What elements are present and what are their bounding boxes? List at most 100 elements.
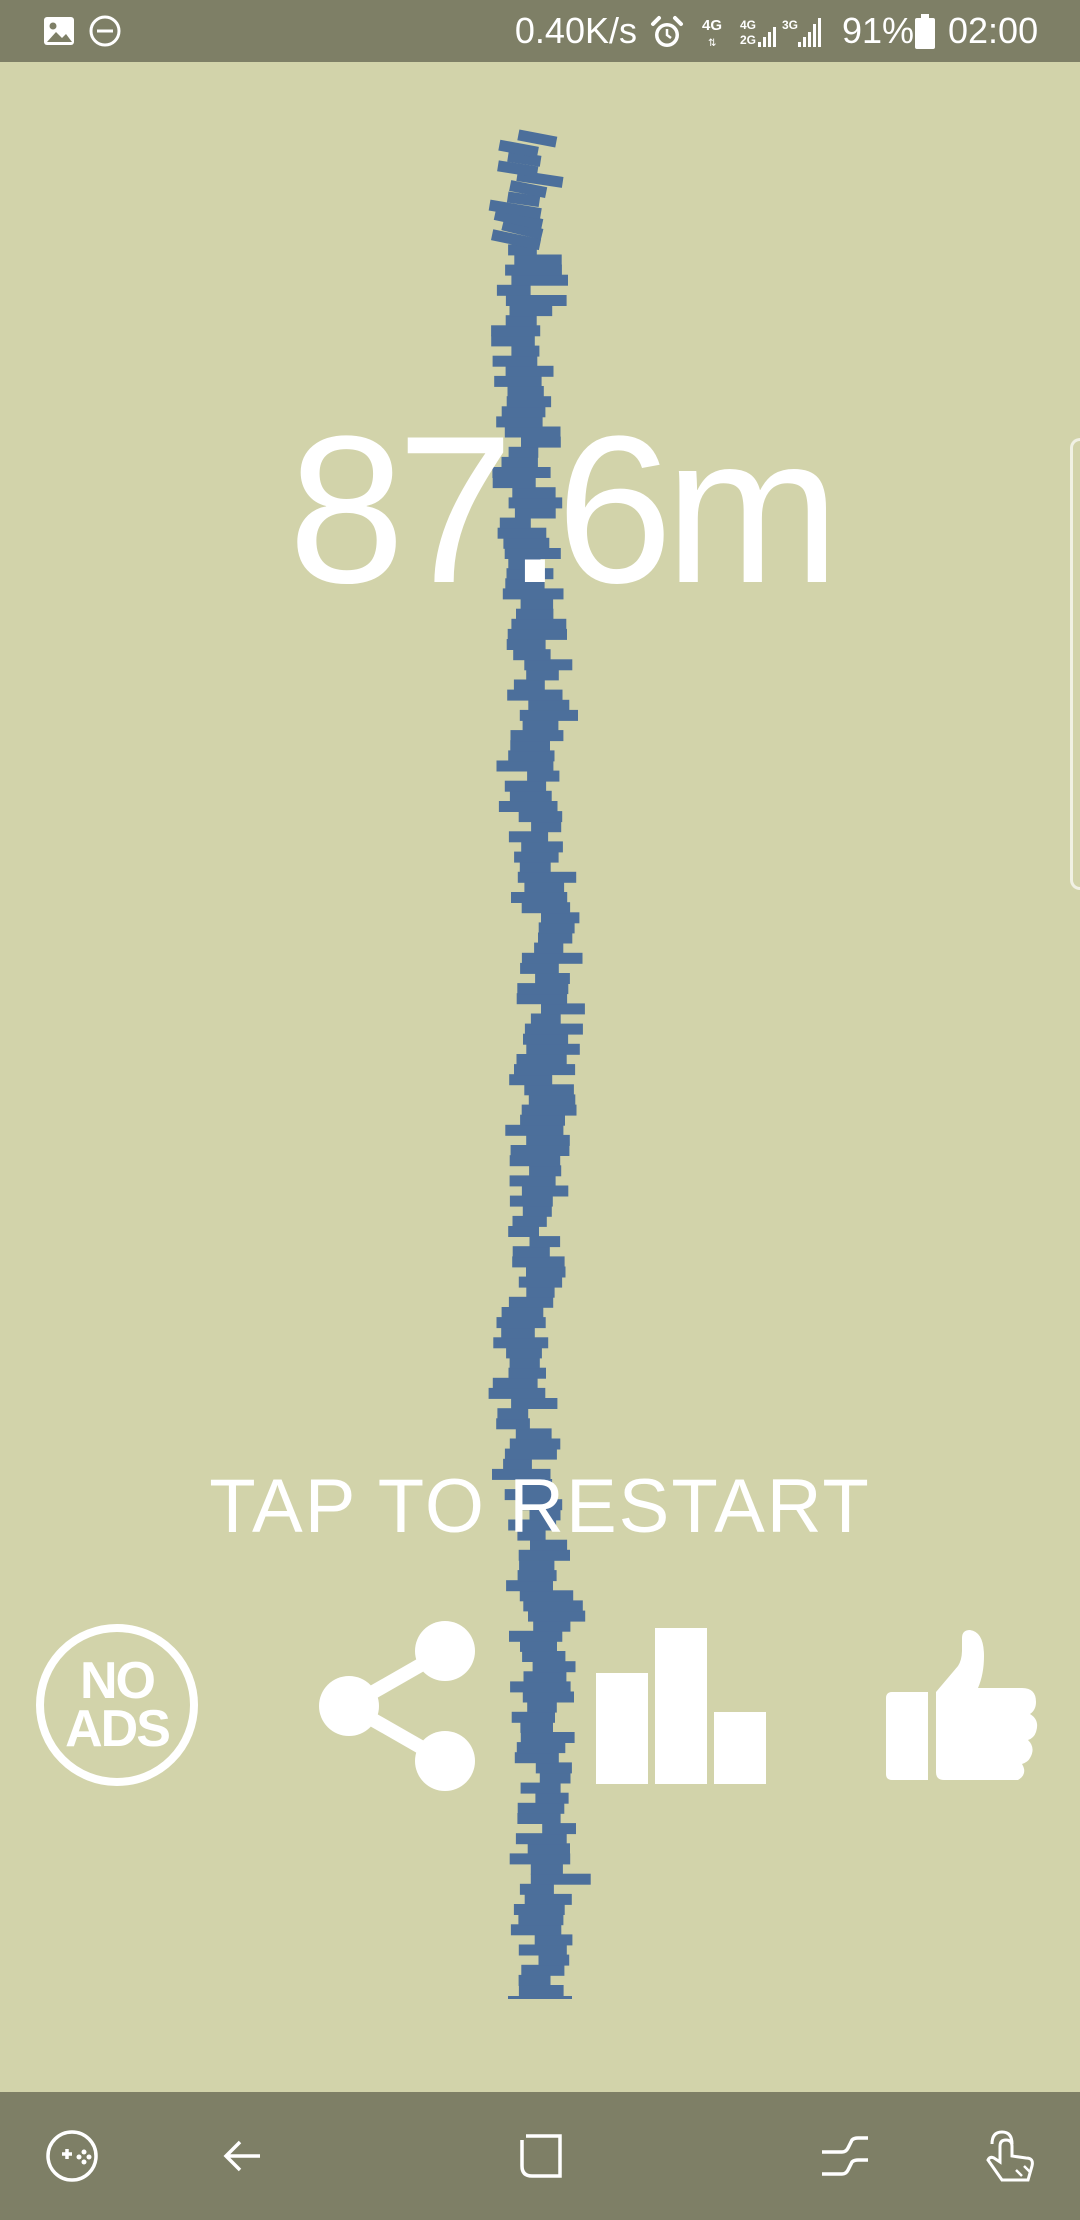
tower-block xyxy=(496,1418,530,1430)
tower-block xyxy=(535,973,570,984)
tower-block xyxy=(498,801,558,812)
tower-block xyxy=(526,1043,580,1055)
tower-block xyxy=(517,1570,557,1582)
tower-block xyxy=(510,730,564,742)
share-button[interactable] xyxy=(316,1620,480,1792)
tower-block xyxy=(508,831,549,843)
leaderboard-button[interactable] xyxy=(594,1626,766,1786)
tower-block xyxy=(541,912,580,924)
tower-block xyxy=(506,1580,553,1592)
tower-block xyxy=(541,1003,585,1015)
tower-block xyxy=(523,1600,583,1612)
tower-block xyxy=(508,1226,539,1237)
tower-block xyxy=(526,669,559,681)
tower-block xyxy=(514,254,562,266)
tower-block xyxy=(522,1691,574,1703)
tower-block xyxy=(513,1904,565,1915)
tower-block xyxy=(527,1701,557,1713)
tower-block xyxy=(506,1347,542,1359)
tower-block xyxy=(528,1094,576,1106)
battery-icon xyxy=(915,14,935,49)
tower-block xyxy=(504,1448,557,1460)
tower-block xyxy=(521,1185,569,1197)
tower-block xyxy=(509,1175,556,1187)
tower-block xyxy=(505,365,554,377)
edge-panel-handle[interactable] xyxy=(1070,438,1080,890)
tower-block xyxy=(534,942,564,954)
tower-block xyxy=(533,1620,571,1632)
tower-block xyxy=(513,649,551,661)
tower-block xyxy=(514,1752,559,1764)
tower-block xyxy=(538,932,573,944)
tower-block xyxy=(542,1823,576,1835)
tower-block xyxy=(510,1681,571,1693)
tower-block xyxy=(509,1853,571,1865)
do-not-disturb-icon xyxy=(89,15,121,47)
tower-block xyxy=(518,811,563,823)
tower-block xyxy=(529,1236,561,1248)
tower-block xyxy=(526,1286,555,1298)
tower-block xyxy=(520,1721,553,1733)
tower-block xyxy=(522,1205,552,1217)
tower-block xyxy=(509,1357,540,1369)
tower-block xyxy=(509,305,553,317)
tower-block xyxy=(511,274,568,286)
tower-block xyxy=(519,1590,574,1602)
tower-block xyxy=(517,1802,565,1814)
share-icon xyxy=(319,1621,475,1791)
battery-percentage: 91% xyxy=(842,10,915,51)
tower-block xyxy=(508,1367,546,1379)
tower-block xyxy=(523,1671,567,1683)
tower-block xyxy=(509,1630,563,1642)
tower-block xyxy=(538,1954,570,1966)
tower-block xyxy=(518,1276,563,1288)
tower-block xyxy=(509,1155,561,1167)
tower-block xyxy=(511,1398,558,1409)
tower-block xyxy=(507,628,567,640)
thumbs-up-icon xyxy=(886,1630,1038,1780)
tower-block xyxy=(521,952,583,964)
tower-block xyxy=(519,1560,555,1571)
tower-block xyxy=(519,861,551,873)
tower-block xyxy=(522,1651,566,1662)
tower-block xyxy=(524,659,573,671)
game-launcher-icon[interactable] xyxy=(42,2126,102,2186)
tower-block xyxy=(511,892,568,903)
tower-block xyxy=(528,1610,586,1622)
tower-block xyxy=(505,264,562,276)
tower-block xyxy=(517,983,569,995)
tower-block xyxy=(529,1165,562,1177)
tower-block xyxy=(531,821,562,833)
tower-block xyxy=(524,1023,583,1035)
recents-icon[interactable] xyxy=(816,2126,876,2186)
tower-block xyxy=(527,770,560,782)
tower-block xyxy=(505,295,567,306)
tap-to-restart-prompt[interactable]: TAP TO RESTART xyxy=(0,1462,1080,1552)
tower-block xyxy=(519,709,578,721)
tower-block xyxy=(539,1772,571,1784)
network-type-label: 3G xyxy=(782,18,798,32)
game-screen[interactable]: 0.40K/s 4G ⇅ 4G 2G 3G 91% 02:00 87.6m TA… xyxy=(0,0,1080,2220)
tower-block xyxy=(523,1033,569,1045)
navigation-bar xyxy=(0,2092,1080,2220)
assistant-gesture-icon[interactable] xyxy=(978,2126,1038,2186)
tower-block xyxy=(535,1762,572,1774)
back-icon[interactable] xyxy=(212,2126,272,2186)
tower-block xyxy=(519,1883,554,1895)
tower-block xyxy=(530,1873,591,1885)
no-ads-label-line2: ADS xyxy=(65,1700,171,1758)
tower-block xyxy=(509,1438,561,1450)
tower-block xyxy=(522,720,559,731)
tower-block xyxy=(493,1337,549,1349)
tower-block xyxy=(524,1893,572,1905)
no-ads-button[interactable]: NO ADS xyxy=(34,1622,200,1788)
tower-block xyxy=(510,740,550,752)
tower-block xyxy=(516,993,568,1005)
home-icon[interactable] xyxy=(512,2126,572,2186)
status-bar: 0.40K/s 4G ⇅ 4G 2G 3G 91% 02:00 xyxy=(0,0,1080,62)
like-button[interactable] xyxy=(882,1630,1042,1782)
tower-block xyxy=(517,1813,561,1824)
tower-block xyxy=(512,1246,550,1258)
tower-block xyxy=(510,1145,570,1156)
tower-block xyxy=(526,1266,566,1278)
